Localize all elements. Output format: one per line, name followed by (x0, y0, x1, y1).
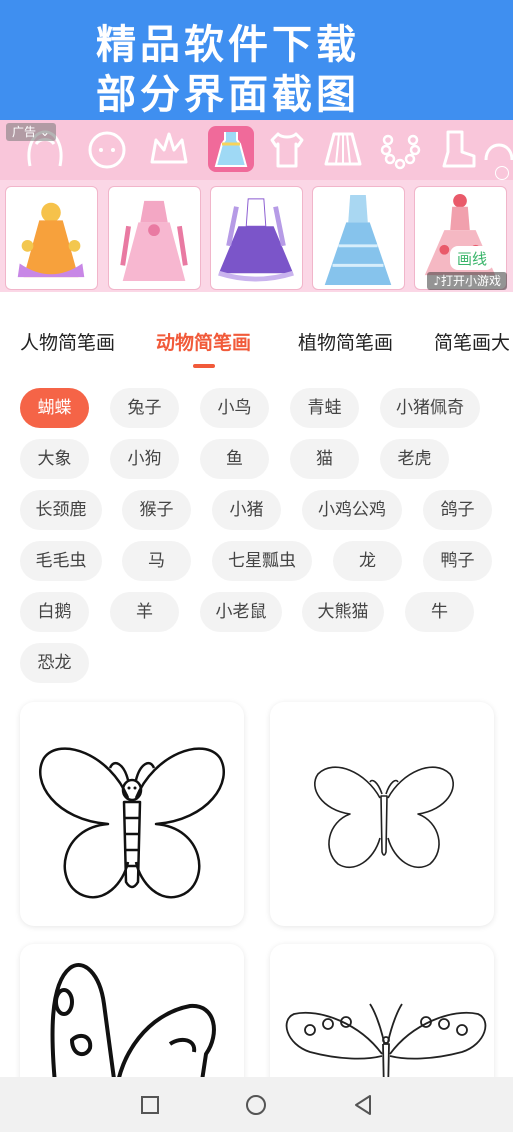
dress-card-pink[interactable] (108, 186, 201, 290)
tab-animals[interactable]: 动物简笔画 (156, 328, 251, 355)
tab-plants[interactable]: 植物简笔画 (298, 328, 393, 355)
open-mini-game-button[interactable]: ♪打开小游戏 (427, 272, 507, 290)
chip-cat[interactable]: 猫 (290, 439, 359, 479)
chip-dog[interactable]: 小狗 (110, 439, 179, 479)
chip-dragon[interactable]: 龙 (333, 541, 402, 581)
system-nav-bar (0, 1077, 513, 1132)
hat-icon (482, 126, 513, 172)
chip-elephant[interactable]: 大象 (20, 439, 89, 479)
skirt-icon (320, 126, 366, 172)
chip-horse[interactable]: 马 (122, 541, 191, 581)
chip-butterfly[interactable]: 蝴蝶 (20, 388, 89, 428)
ad-category-strip (0, 120, 513, 180)
chip-peppa-pig[interactable]: 小猪佩奇 (380, 388, 480, 428)
logo-text: 画线 (457, 250, 487, 268)
promo-line-2: 部分界面截图 (96, 72, 360, 118)
dress-icon[interactable] (208, 126, 254, 172)
chip-tiger[interactable]: 老虎 (380, 439, 449, 479)
tab-indicator (193, 364, 215, 368)
dress-card-blue[interactable] (312, 186, 405, 290)
drawing-card-butterfly-4[interactable] (270, 944, 494, 1094)
chip-giraffe[interactable]: 长颈鹿 (20, 490, 102, 530)
shirt-icon (264, 126, 310, 172)
chip-monkey[interactable]: 猴子 (122, 490, 191, 530)
face-icon (84, 126, 130, 172)
game-logo-icon: 画线 (449, 244, 495, 272)
drawing-card-butterfly-2[interactable] (270, 702, 494, 926)
dress-card-orange[interactable] (5, 186, 98, 290)
chip-panda[interactable]: 大熊猫 (302, 592, 384, 632)
chip-mouse[interactable]: 小老鼠 (200, 592, 282, 632)
necklace-icon (378, 126, 424, 172)
chip-cow[interactable]: 牛 (405, 592, 474, 632)
chip-duck[interactable]: 鸭子 (423, 541, 492, 581)
butterfly-drawing-image (285, 1003, 487, 1094)
square-recents-icon[interactable] (136, 1091, 164, 1119)
drawing-card-butterfly-3[interactable] (20, 944, 244, 1094)
tab-people[interactable]: 人物简笔画 (20, 328, 115, 355)
dress-card-purple[interactable] (210, 186, 303, 290)
chip-sheep[interactable]: 羊 (110, 592, 179, 632)
advertisement[interactable]: 广告 ⌄ 画线 ♪打开小游戏 (0, 120, 513, 292)
close-icon[interactable] (495, 166, 509, 180)
chip-frog[interactable]: 青蛙 (290, 388, 359, 428)
drawing-card-butterfly-1[interactable] (20, 702, 244, 926)
chip-caterpillar[interactable]: 毛毛虫 (20, 541, 102, 581)
chip-pigeon[interactable]: 鸽子 (423, 490, 492, 530)
tab-more[interactable]: 简笔画大 (434, 328, 510, 355)
triangle-back-icon[interactable] (350, 1091, 378, 1119)
category-tabs: 人物简笔画 动物简笔画 植物简笔画 简笔画大 (0, 318, 513, 370)
ad-label[interactable]: 广告 ⌄ (6, 123, 56, 141)
butterfly-drawing-image (313, 766, 455, 869)
chip-bird[interactable]: 小鸟 (200, 388, 269, 428)
circle-home-icon[interactable] (242, 1091, 270, 1119)
promo-banner: 精品软件下载 部分界面截图 (0, 0, 513, 120)
chip-ladybug[interactable]: 七星瓢虫 (212, 541, 312, 581)
chip-piglet[interactable]: 小猪 (212, 490, 281, 530)
chip-rooster[interactable]: 小鸡公鸡 (302, 490, 402, 530)
boot-icon (434, 126, 480, 172)
chip-dinosaur[interactable]: 恐龙 (20, 643, 89, 683)
chip-goose[interactable]: 白鹅 (20, 592, 89, 632)
crown-icon (146, 126, 192, 172)
butterfly-drawing-image (39, 747, 225, 899)
butterfly-drawing-image (50, 963, 216, 1094)
chip-rabbit[interactable]: 兔子 (110, 388, 179, 428)
chip-fish[interactable]: 鱼 (200, 439, 269, 479)
